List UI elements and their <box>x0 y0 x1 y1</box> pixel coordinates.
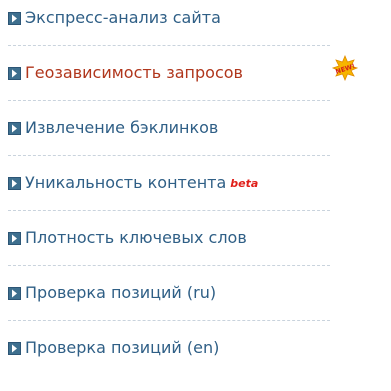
menu-item-label: Уникальность контента <box>25 173 227 192</box>
divider <box>8 155 330 156</box>
menu-item-geo-dependency: Геозависимость запросов NEW! <box>8 55 358 110</box>
divider <box>8 100 330 101</box>
menu-item-keyword-density: Плотность ключевых слов <box>8 220 330 275</box>
menu-link-positions-ru[interactable]: Проверка позиций (ru) <box>8 282 216 304</box>
menu-link-positions-en[interactable]: Проверка позиций (en) <box>8 337 219 359</box>
divider <box>8 45 330 46</box>
chevron-right-box-icon <box>8 231 21 245</box>
chevron-right-box-icon <box>8 341 21 355</box>
menu-item-express-analysis: Экспресс-анализ сайта <box>8 0 330 55</box>
chevron-right-box-icon <box>8 66 21 80</box>
beta-badge: beta <box>230 176 259 190</box>
chevron-right-box-icon <box>8 121 21 135</box>
menu-link-content-uniqueness[interactable]: Уникальность контента beta <box>8 172 258 194</box>
menu-link-keyword-density[interactable]: Плотность ключевых слов <box>8 227 247 249</box>
menu-link-express-analysis[interactable]: Экспресс-анализ сайта <box>8 7 221 29</box>
chevron-right-box-icon <box>8 176 21 190</box>
menu-item-positions-ru: Проверка позиций (ru) <box>8 275 330 330</box>
divider <box>8 210 330 211</box>
menu-item-label: Извлечение бэклинков <box>25 118 219 137</box>
menu-item-label: Проверка позиций (ru) <box>25 283 217 302</box>
chevron-right-box-icon <box>8 11 21 25</box>
divider <box>8 265 330 266</box>
menu-item-label: Геозависимость запросов <box>25 63 243 82</box>
menu-item-positions-en: Проверка позиций (en) <box>8 330 330 386</box>
menu-item-label: Проверка позиций (en) <box>25 338 220 357</box>
menu-link-geo-dependency[interactable]: Геозависимость запросов <box>8 62 243 84</box>
chevron-right-box-icon <box>8 286 21 300</box>
tools-menu: Экспресс-анализ сайта Геозависимость зап… <box>8 0 358 386</box>
menu-item-label: Плотность ключевых слов <box>25 228 247 247</box>
divider <box>8 320 330 321</box>
menu-item-content-uniqueness: Уникальность контента beta <box>8 165 330 220</box>
menu-item-backlinks: Извлечение бэклинков <box>8 110 330 165</box>
new-star-badge-icon: NEW! <box>332 55 358 81</box>
menu-link-backlinks[interactable]: Извлечение бэклинков <box>8 117 218 139</box>
menu-item-label: Экспресс-анализ сайта <box>25 8 221 27</box>
